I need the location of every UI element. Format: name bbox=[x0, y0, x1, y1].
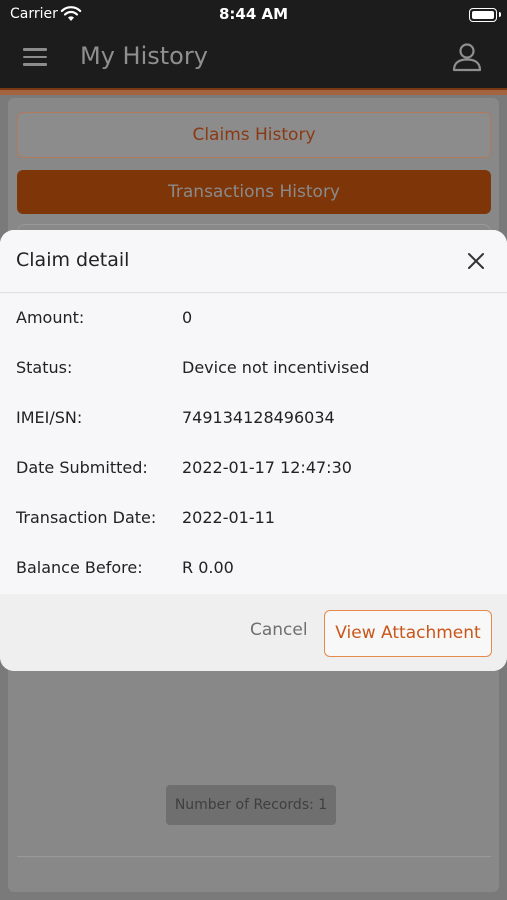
balance-before-row: Balance Before: R 0.00 bbox=[0, 558, 507, 588]
status-label: Status: bbox=[16, 358, 73, 377]
transaction-date-label: Transaction Date: bbox=[16, 508, 157, 527]
view-attachment-button[interactable]: View Attachment bbox=[324, 610, 492, 657]
amount-value: 0 bbox=[182, 308, 193, 327]
dialog-header: Claim detail bbox=[0, 230, 507, 293]
dialog-body: Amount: 0 Status: Device not incentivise… bbox=[0, 294, 507, 594]
nav-accent-stripe bbox=[0, 88, 507, 95]
imei-label: IMEI/SN: bbox=[16, 408, 83, 427]
transactions-history-button[interactable]: Transactions History bbox=[17, 170, 491, 214]
amount-label: Amount: bbox=[16, 308, 85, 327]
imei-value: 749134128496034 bbox=[182, 408, 335, 427]
dialog-title: Claim detail bbox=[16, 249, 130, 271]
cancel-button[interactable]: Cancel bbox=[250, 620, 308, 640]
battery-icon bbox=[469, 8, 501, 22]
nav-bar bbox=[0, 32, 507, 90]
balance-before-label: Balance Before: bbox=[16, 558, 143, 577]
dialog-footer: Cancel View Attachment bbox=[0, 594, 507, 671]
status-value: Device not incentivised bbox=[182, 358, 370, 377]
amount-row: Amount: 0 bbox=[0, 308, 507, 338]
close-icon[interactable] bbox=[467, 252, 485, 270]
date-submitted-row: Date Submitted: 2022-01-17 12:47:30 bbox=[0, 458, 507, 488]
claim-detail-dialog: Claim detail Amount: 0 Status: Device no… bbox=[0, 230, 507, 671]
imei-row: IMEI/SN: 749134128496034 bbox=[0, 408, 507, 438]
status-bar: Carrier 8:44 AM bbox=[0, 0, 507, 32]
clock: 8:44 AM bbox=[218, 5, 289, 23]
divider bbox=[17, 856, 491, 857]
date-submitted-label: Date Submitted: bbox=[16, 458, 148, 477]
status-row: Status: Device not incentivised bbox=[0, 358, 507, 388]
records-count-badge: Number of Records: 1 bbox=[166, 785, 336, 825]
date-submitted-value: 2022-01-17 12:47:30 bbox=[182, 458, 352, 477]
person-icon[interactable] bbox=[451, 42, 483, 72]
menu-icon[interactable] bbox=[23, 48, 47, 66]
balance-before-value: R 0.00 bbox=[182, 558, 234, 577]
claims-history-button[interactable]: Claims History bbox=[17, 112, 491, 158]
transaction-date-row: Transaction Date: 2022-01-11 bbox=[0, 508, 507, 538]
page-title: My History bbox=[80, 42, 208, 70]
transaction-date-value: 2022-01-11 bbox=[182, 508, 275, 527]
